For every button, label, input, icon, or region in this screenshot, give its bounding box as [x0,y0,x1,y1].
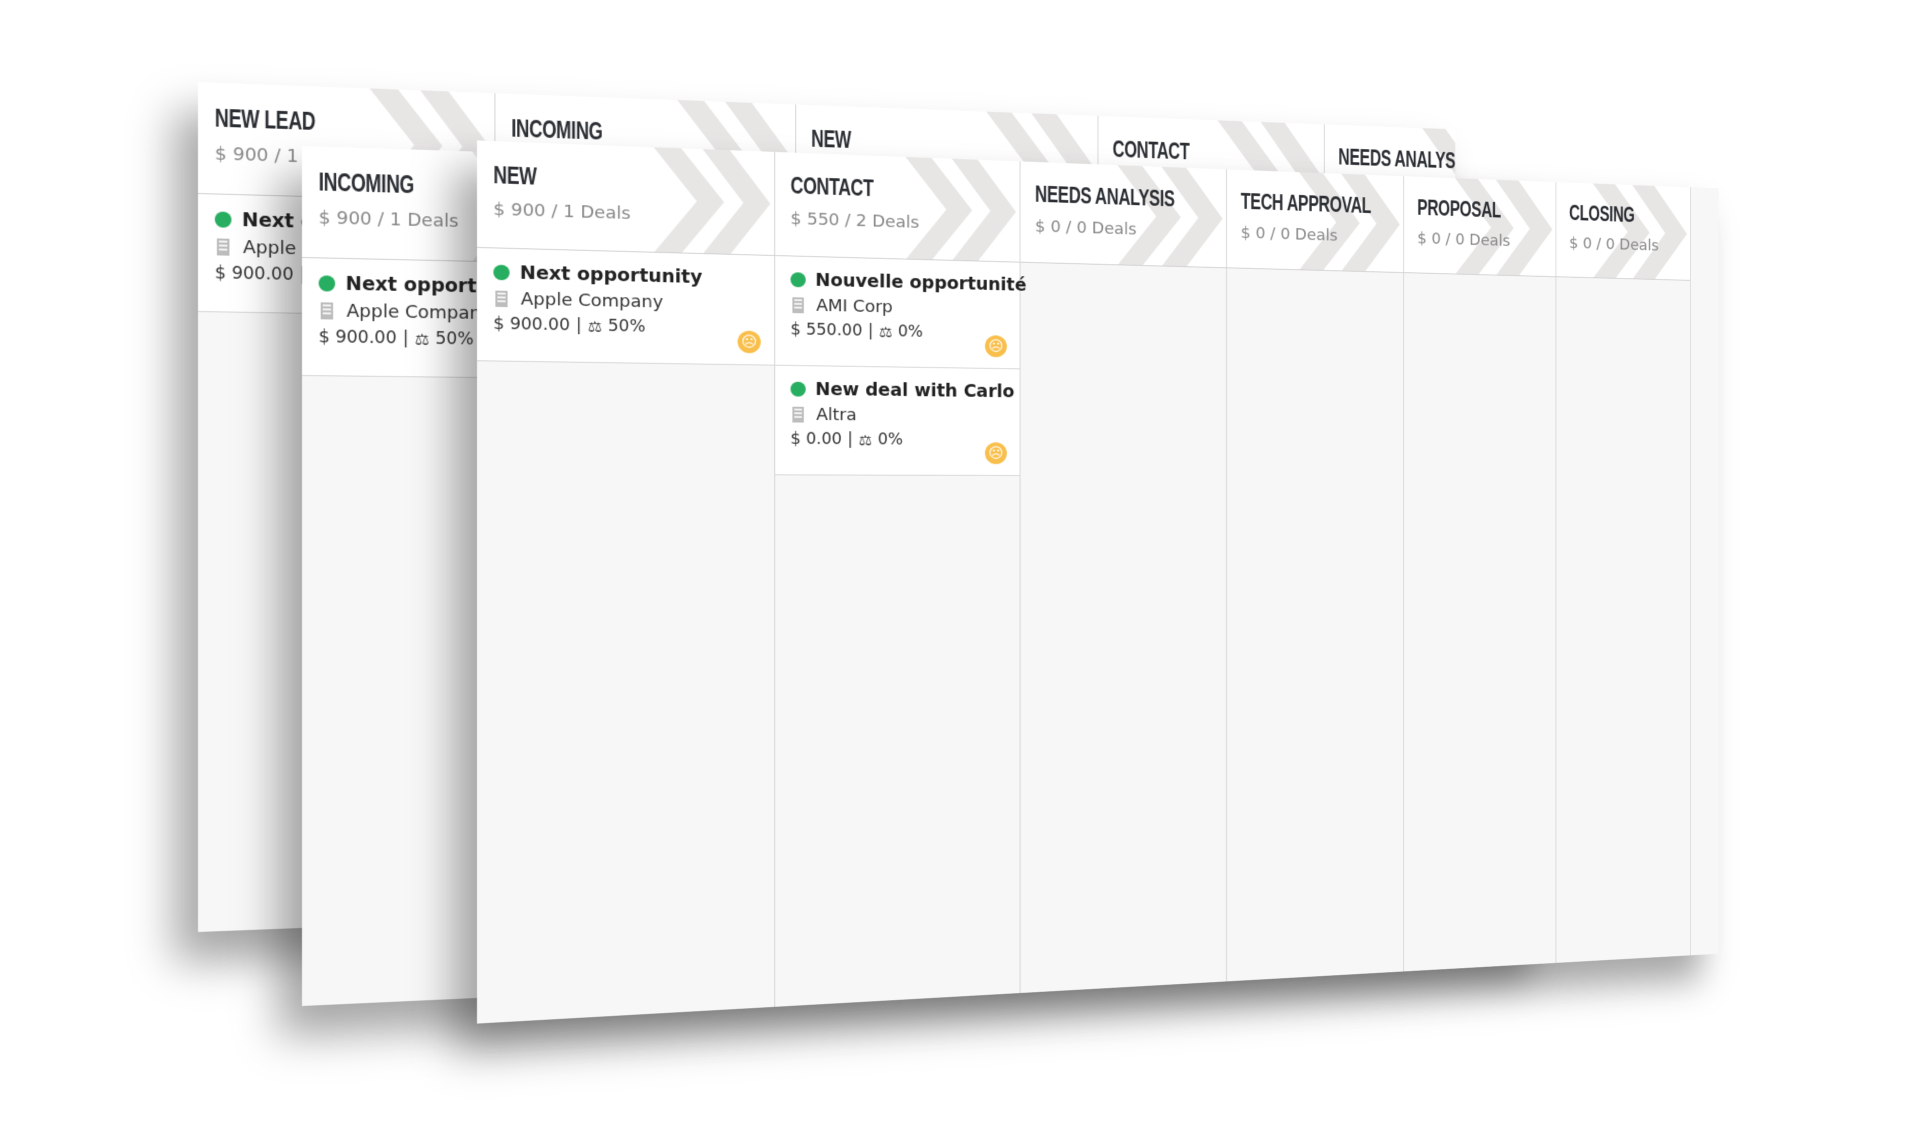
scale-icon: ⚖ [587,316,602,336]
stage-header[interactable]: Needs Analysis $ 0 / 0 Deals [1020,161,1227,269]
chevron-right-icon [653,147,771,256]
deal-company: Apple Company [346,300,492,325]
building-icon [216,238,230,256]
stage-title: New Lead [214,102,316,136]
stage-header[interactable]: Contact $ 550 / 2 Deals [775,151,1020,263]
status-dot-icon [790,381,806,397]
stage-drop-zone[interactable] [1404,273,1556,972]
deal-company: Apple Company [520,289,664,313]
pipeline-stage: New Lead $ 900 / 1 Deals Next opportunit… [0,0,1925,1128]
deal-probability: 0% [877,430,903,450]
pipeline-column-proposal: Proposal $ 0 / 0 Deals [1404,176,1557,972]
status-dot-icon [318,275,336,292]
building-icon [792,406,804,423]
deal-company: AMI Corp [816,295,893,317]
stage-summary: $ 0 / 0 Deals [1240,223,1338,246]
deal-amount: $ 900.00 [318,327,397,349]
stage-drop-zone[interactable] [1226,268,1404,982]
separator: | [575,316,582,336]
deal-amount: $ 900.00 [493,314,570,336]
stage-header[interactable]: Proposal $ 0 / 0 Deals [1404,176,1556,278]
chevron-right-icon [905,156,1016,263]
chevron-right-icon [1298,172,1400,273]
sad-face-icon[interactable]: ☹ [984,335,1007,358]
deal-probability: 0% [897,322,924,342]
sad-face-icon[interactable]: ☹ [984,442,1007,465]
deal-title[interactable]: New deal with Carlo [815,379,1014,402]
deal-company: Altra [816,405,857,425]
scale-icon: ⚖ [414,329,430,349]
building-icon [792,297,804,314]
pipeline-column-closing: Closing $ 0 / 0 Deals [1556,182,1691,963]
deal-amount: $ 550.00 [790,320,863,341]
deal-card[interactable]: Next opportunity Apple Company $ 900.00 … [477,247,775,366]
deal-amount: $ 0.00 [790,429,842,449]
stage-header[interactable]: Closing $ 0 / 0 Deals [1556,182,1691,281]
stage-header[interactable]: New $ 900 / 1 Deals [477,140,775,256]
deal-title[interactable]: Nouvelle opportunité [815,270,1026,295]
stage-drop-zone[interactable] [1020,262,1227,994]
chevron-right-icon [1592,183,1687,281]
deal-probability: 50% [607,316,646,337]
separator: | [847,430,853,449]
deal-probability: 50% [435,329,474,350]
stage-drop-zone[interactable]: Next opportunity Apple Company $ 900.00 … [477,247,775,1024]
stage-title: Needs Analysis [1034,180,1175,212]
stage-title: Contact [790,171,874,202]
stage-drop-zone[interactable] [1556,277,1691,963]
status-dot-icon [493,264,510,281]
building-icon [320,302,334,320]
kanban-board-front: New $ 900 / 1 Deals Next opportunity App… [477,140,1719,1024]
chevron-right-icon [1117,165,1223,269]
building-icon [495,290,508,308]
status-dot-icon [790,272,806,288]
pipeline-column-new: New $ 900 / 1 Deals Next opportunity App… [477,140,776,1024]
pipeline-column-tech-approval: Tech Approval $ 0 / 0 Deals [1226,169,1405,982]
deal-title[interactable]: Next opportunity [520,262,702,287]
pipeline-column-needs-analysis: Needs Analysis $ 0 / 0 Deals [1020,161,1227,994]
stage-title: Proposal [1417,193,1501,223]
scale-icon: ⚖ [858,430,873,449]
separator: | [867,321,874,341]
stage-title: Needs Analysis [1338,142,1456,175]
deal-amount: $ 900.00 [214,263,294,285]
deal-card[interactable]: New deal with Carlo Altra $ 0.00 | ⚖ 0% … [775,365,1020,476]
chevron-right-icon [1455,178,1553,278]
separator: | [402,328,409,349]
stage-title: Contact [1112,134,1190,165]
deal-card[interactable]: Nouvelle opportunité AMI Corp $ 550.00 |… [775,255,1026,370]
stage-header[interactable]: Tech Approval $ 0 / 0 Deals [1226,169,1404,274]
pipeline-column-contact: Contact $ 550 / 2 Deals Nouvelle opportu… [775,151,1026,1007]
stage-title: New [493,160,537,191]
stage-summary: $ 0 / 0 Deals [1569,234,1659,255]
stage-drop-zone[interactable]: Nouvelle opportunité AMI Corp $ 550.00 |… [775,255,1026,1007]
scale-icon: ⚖ [878,322,893,341]
stage-title: Closing [1569,199,1635,228]
status-dot-icon [214,211,232,228]
sad-face-icon[interactable]: ☹ [737,330,761,354]
stage-title: Tech Approval [1240,187,1372,219]
